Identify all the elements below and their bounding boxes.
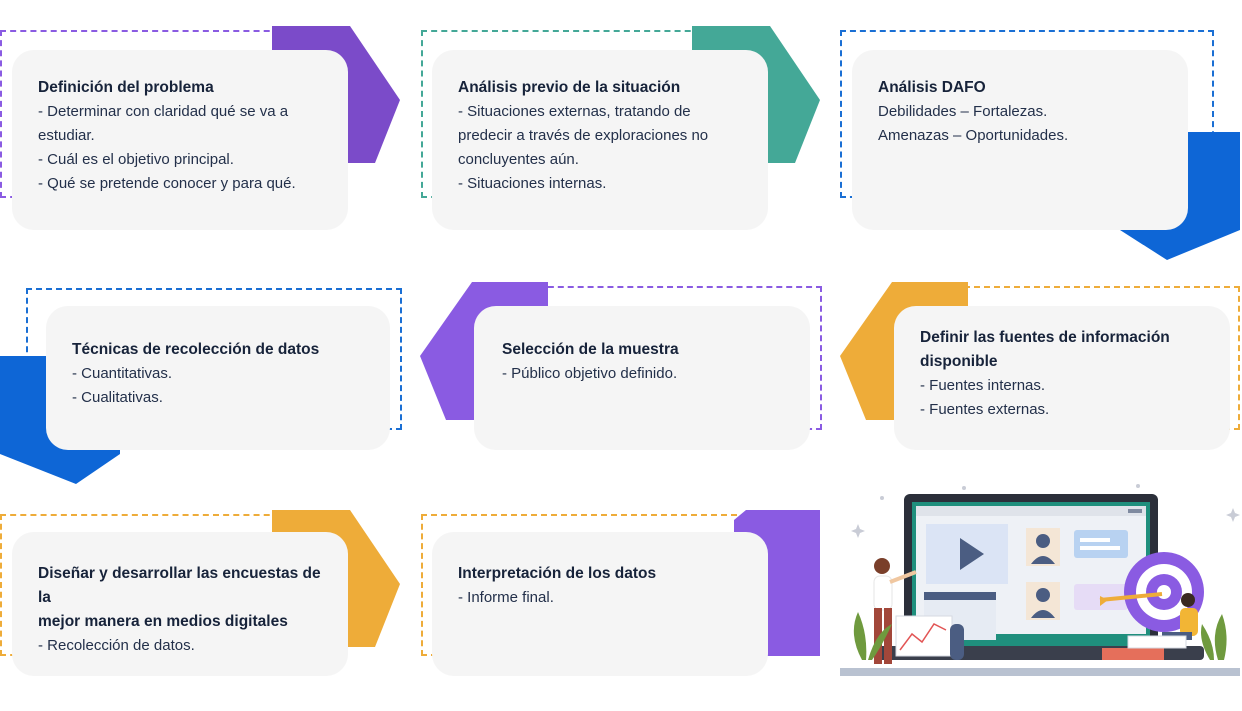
step-title: Análisis DAFO <box>878 79 986 96</box>
step-5-card: Selección de la muestra - Público objeti… <box>474 306 810 450</box>
step-8-card: Interpretación de los datos - Informe fi… <box>432 532 768 676</box>
step-title: Interpretación de los datos <box>458 565 657 582</box>
step-2-card: Análisis previo de la situación - Situac… <box>432 50 768 230</box>
step-1-dashed-frame-left <box>0 30 2 198</box>
step-line: Debilidades – Fortalezas. <box>878 103 1048 120</box>
step-line: concluyentes aún. <box>458 151 579 168</box>
step-line: - Fuentes internas. <box>920 377 1046 394</box>
step-title: Definición del problema <box>38 79 214 96</box>
step-line: - Público objetivo definido. <box>502 365 678 382</box>
step-line: - Cualitativas. <box>72 389 163 406</box>
step-7-card: Diseñar y desarrollar las encuestas de l… <box>12 532 348 676</box>
step-line: - Situaciones externas, tratando de <box>458 103 691 120</box>
step-line: - Cuál es el objetivo principal. <box>38 151 234 168</box>
step-title: mejor manera en medios digitales <box>38 613 288 630</box>
step-title: Selección de la muestra <box>502 341 679 358</box>
step-title: disponible <box>920 353 998 370</box>
step-title: Diseñar y desarrollar las encuestas de l… <box>38 565 321 606</box>
step-1-card: Definición del problema - Determinar con… <box>12 50 348 230</box>
step-line: - Cuantitativas. <box>72 365 173 382</box>
step-title: Técnicas de recolección de datos <box>72 341 320 358</box>
books-icon <box>1102 648 1164 660</box>
step-6-card: Técnicas de recolección de datos - Cuant… <box>46 306 390 450</box>
step-line: estudiar. <box>38 127 95 144</box>
ground-line <box>840 668 1240 676</box>
step-line: predecir a través de exploraciones no <box>458 127 709 144</box>
step-line: - Qué se pretende conocer y para qué. <box>38 175 296 192</box>
step-3-card: Análisis DAFO Debilidades – Fortalezas. … <box>852 50 1188 230</box>
play-button-icon <box>926 524 1008 584</box>
step-title: Definir las fuentes de información <box>920 329 1170 346</box>
step-title: Análisis previo de la situación <box>458 79 681 96</box>
step-7-dashed-frame-left <box>0 514 2 656</box>
step-line: Amenazas – Oportunidades. <box>878 127 1069 144</box>
step-line: - Determinar con claridad qué se va a <box>38 103 289 120</box>
step-line: - Recolección de datos. <box>38 637 195 654</box>
step-4-card: Definir las fuentes de información dispo… <box>894 306 1230 450</box>
step-line: - Informe final. <box>458 589 554 606</box>
step-line: - Situaciones internas. <box>458 175 607 192</box>
step-line: - Fuentes externas. <box>920 401 1050 418</box>
presentation-illustration <box>840 484 1240 676</box>
